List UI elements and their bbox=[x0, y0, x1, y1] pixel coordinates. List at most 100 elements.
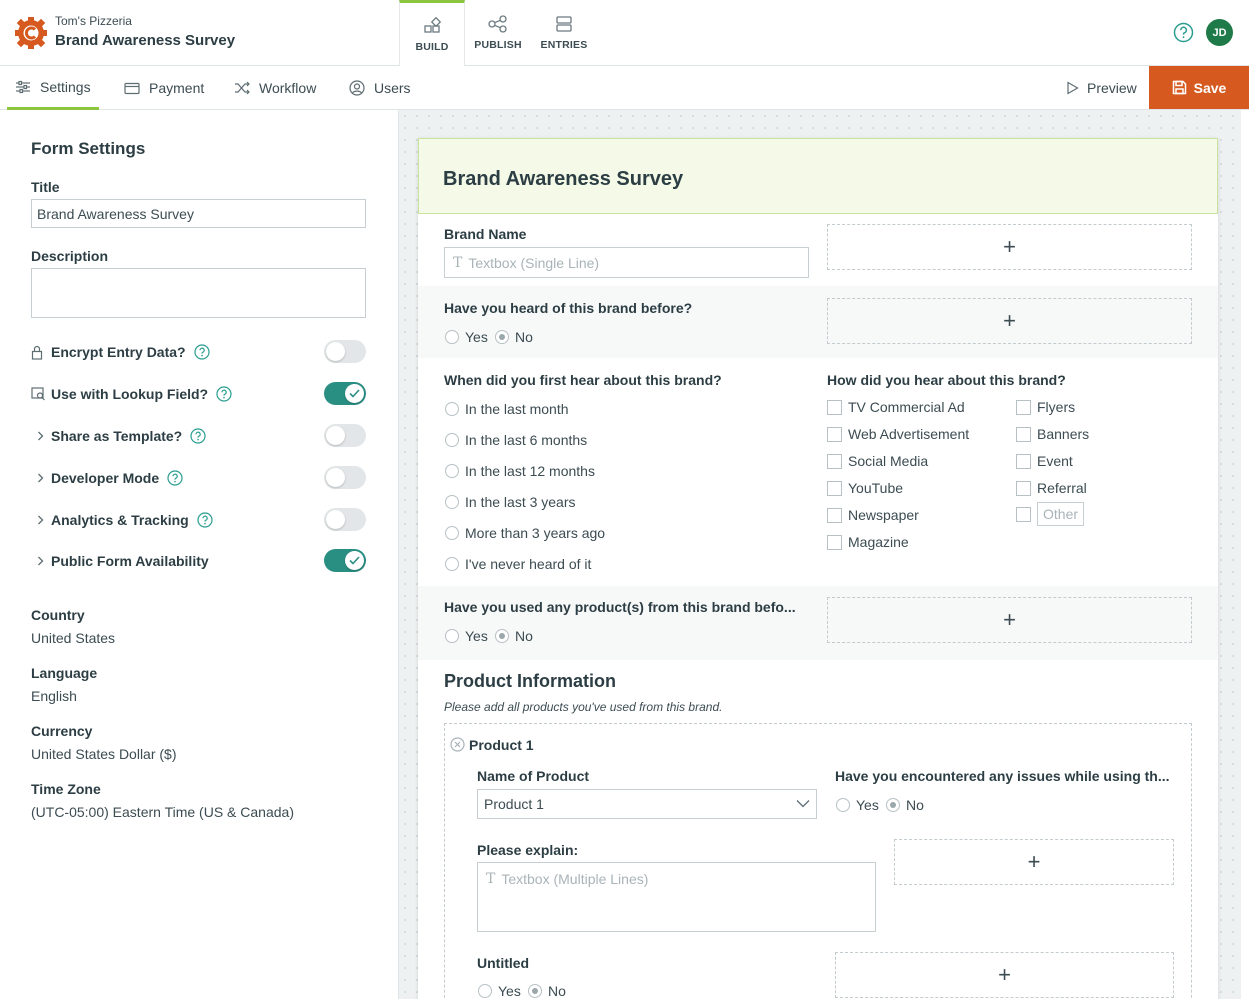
description-label: Description bbox=[31, 248, 109, 264]
timezone-value[interactable]: (UTC-05:00) Eastern Time (US & Canada) bbox=[31, 804, 294, 820]
credit-card-icon bbox=[124, 82, 140, 94]
help-icon[interactable] bbox=[193, 344, 210, 360]
when-option-radio[interactable]: More than 3 years ago bbox=[445, 525, 605, 541]
language-value[interactable]: English bbox=[31, 688, 77, 704]
when-option-label: In the last month bbox=[465, 401, 569, 417]
used-yes-radio[interactable]: Yes bbox=[445, 628, 488, 644]
tab-build[interactable]: BUILD bbox=[399, 0, 465, 67]
user-avatar[interactable]: JD bbox=[1206, 19, 1233, 46]
tab-publish[interactable]: PUBLISH bbox=[465, 0, 531, 66]
when-option-radio[interactable]: In the last 12 months bbox=[445, 463, 595, 479]
tab-entries[interactable]: ENTRIES bbox=[531, 0, 597, 66]
encrypt-toggle[interactable] bbox=[324, 340, 366, 363]
public-toggle[interactable] bbox=[324, 549, 366, 572]
subtab-settings[interactable]: Settings bbox=[7, 66, 99, 110]
check-icon bbox=[349, 556, 360, 565]
lookup-toggle[interactable] bbox=[324, 382, 366, 405]
help-icon[interactable] bbox=[197, 512, 213, 528]
form-header[interactable]: Brand Awareness Survey bbox=[418, 138, 1218, 214]
subtab-workflow[interactable]: Workflow bbox=[234, 66, 316, 110]
how-option-checkbox[interactable]: Newspaper bbox=[827, 507, 919, 523]
template-toggle[interactable] bbox=[324, 424, 366, 447]
scrollbar[interactable] bbox=[1241, 110, 1249, 999]
toggle-template-label-wrap[interactable]: Share as Template? bbox=[31, 428, 206, 444]
help-icon[interactable] bbox=[167, 470, 183, 486]
chevron-right-icon[interactable] bbox=[31, 556, 51, 566]
radio-no-label: No bbox=[515, 329, 533, 345]
untitled-label: Untitled bbox=[477, 955, 530, 971]
how-option-checkbox[interactable]: Magazine bbox=[827, 534, 909, 550]
add-field-button[interactable]: + bbox=[827, 597, 1192, 643]
used-no-radio[interactable]: No bbox=[495, 628, 533, 644]
save-button[interactable]: Save bbox=[1149, 66, 1249, 109]
when-option-radio[interactable]: In the last month bbox=[445, 401, 569, 417]
how-option-checkbox[interactable]: TV Commercial Ad bbox=[827, 399, 965, 415]
how-option-checkbox[interactable]: Referral bbox=[1016, 480, 1087, 496]
add-field-button[interactable]: + bbox=[827, 224, 1192, 270]
chevron-right-icon[interactable] bbox=[31, 473, 51, 483]
toggle-row-template: Share as Template? bbox=[31, 424, 366, 448]
issues-yes-radio[interactable]: Yes bbox=[836, 797, 879, 813]
how-option-label: Event bbox=[1037, 453, 1073, 469]
when-option-radio[interactable]: I've never heard of it bbox=[445, 556, 591, 572]
when-option-radio[interactable]: In the last 6 months bbox=[445, 432, 587, 448]
other-input[interactable]: Other bbox=[1037, 502, 1085, 526]
preview-button[interactable]: Preview bbox=[1066, 66, 1137, 110]
analytics-toggle[interactable] bbox=[324, 508, 366, 531]
how-option-checkbox[interactable]: Event bbox=[1016, 453, 1073, 469]
untitled-yes-radio[interactable]: Yes bbox=[478, 983, 521, 999]
how-option-checkbox[interactable]: Social Media bbox=[827, 453, 928, 469]
mode-tabs: BUILD PUBLISH ENTRIES bbox=[399, 0, 597, 67]
toggle-analytics-label-wrap[interactable]: Analytics & Tracking bbox=[31, 512, 213, 528]
chevron-right-icon[interactable] bbox=[31, 431, 51, 441]
cognito-logo-icon[interactable] bbox=[14, 16, 48, 50]
how-other-checkbox[interactable]: Other bbox=[1016, 502, 1085, 526]
when-option-label: In the last 3 years bbox=[465, 494, 576, 510]
toggle-lookup-label: Use with Lookup Field? bbox=[51, 386, 209, 402]
currency-value[interactable]: United States Dollar ($) bbox=[31, 746, 177, 762]
heard-no-radio[interactable]: No bbox=[495, 329, 533, 345]
description-textarea[interactable] bbox=[31, 268, 366, 318]
toggle-public-label-wrap[interactable]: Public Form Availability bbox=[31, 553, 209, 569]
heard-yes-radio[interactable]: Yes bbox=[445, 329, 488, 345]
heard-label: Have you heard of this brand before? bbox=[444, 300, 693, 316]
toggle-row-developer: Developer Mode bbox=[31, 466, 366, 490]
settings-subnav: Settings Payment Workflow Users Preview bbox=[0, 66, 1249, 110]
toggle-developer-label: Developer Mode bbox=[51, 470, 160, 486]
subtab-users[interactable]: Users bbox=[349, 66, 411, 110]
when-option-radio[interactable]: In the last 3 years bbox=[445, 494, 576, 510]
toggle-row-analytics: Analytics & Tracking bbox=[31, 508, 366, 532]
chevron-right-icon[interactable] bbox=[31, 515, 51, 525]
subtab-payment[interactable]: Payment bbox=[124, 66, 204, 110]
radio-no-label: No bbox=[906, 797, 924, 813]
when-option-label: In the last 6 months bbox=[465, 432, 588, 448]
explain-textarea[interactable]: T Textbox (Multiple Lines) bbox=[477, 862, 876, 932]
developer-toggle[interactable] bbox=[324, 466, 366, 489]
add-field-button[interactable]: + bbox=[835, 952, 1174, 998]
help-icon[interactable] bbox=[216, 386, 232, 402]
top-header: Tom's Pizzeria Brand Awareness Survey BU… bbox=[0, 0, 1249, 67]
add-field-button[interactable]: + bbox=[827, 298, 1192, 344]
tab-entries-label: ENTRIES bbox=[540, 39, 588, 51]
title-input[interactable]: Brand Awareness Survey bbox=[31, 199, 366, 228]
how-option-checkbox[interactable]: YouTube bbox=[827, 480, 903, 496]
help-icon[interactable] bbox=[190, 428, 206, 444]
remove-item-icon[interactable] bbox=[450, 737, 465, 752]
how-option-checkbox[interactable]: Banners bbox=[1016, 426, 1089, 442]
add-field-button[interactable]: + bbox=[894, 839, 1174, 885]
help-icon[interactable] bbox=[1173, 22, 1194, 43]
country-value[interactable]: United States bbox=[31, 630, 115, 646]
toggle-developer-label-wrap[interactable]: Developer Mode bbox=[31, 470, 183, 486]
untitled-no-radio[interactable]: No bbox=[528, 983, 566, 999]
product-select[interactable]: Product 1 bbox=[477, 789, 817, 819]
explain-label: Please explain: bbox=[477, 842, 579, 858]
name-of-product-label: Name of Product bbox=[477, 768, 590, 784]
how-option-checkbox[interactable]: Web Advertisement bbox=[827, 426, 969, 442]
when-option-label: In the last 12 months bbox=[465, 463, 595, 479]
how-option-checkbox[interactable]: Flyers bbox=[1016, 399, 1075, 415]
toggle-analytics-label: Analytics & Tracking bbox=[51, 512, 189, 528]
brand-name-input[interactable]: T Textbox (Single Line) bbox=[444, 247, 809, 278]
toggle-template-label: Share as Template? bbox=[51, 428, 183, 444]
issues-no-radio[interactable]: No bbox=[886, 797, 924, 813]
explain-placeholder: Textbox (Multiple Lines) bbox=[501, 871, 649, 887]
